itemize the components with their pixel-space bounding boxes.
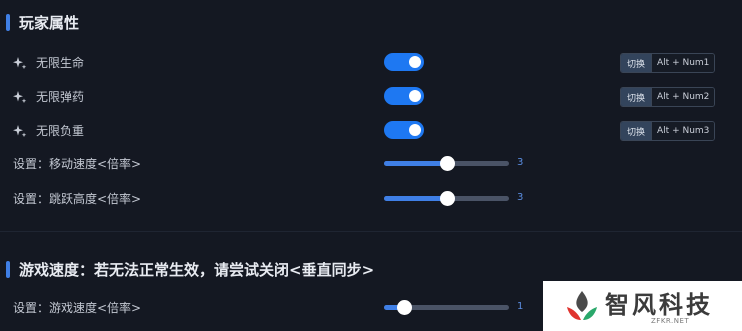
section-header-player-attributes: 玩家属性 (6, 12, 79, 33)
move-speed-slider[interactable] (384, 156, 509, 171)
hotkey-tag: 切换 (621, 54, 653, 72)
slider-label: 设置：跳跃高度<倍率> (13, 192, 142, 206)
trainer-panel: 玩家属性 无限生命 切换 Alt + Num1 无限弹药 切换 Alt + Nu… (0, 0, 742, 331)
sparkle-icon (13, 124, 27, 137)
hotkey-combo: Alt + Num2 (652, 88, 715, 106)
infinite-ammo-toggle[interactable] (384, 87, 424, 105)
hotkey-tag: 切换 (621, 122, 653, 140)
section-title: 游戏速度：若无法正常生效，请尝试关闭<垂直同步> (19, 261, 375, 279)
infinite-health-toggle[interactable] (384, 53, 424, 71)
leaf-logo-icon (567, 291, 597, 320)
toggle-label: 无限生命 (13, 54, 84, 71)
toggle-row-infinite-ammo: 无限弹药 切换 Alt + Num2 (0, 85, 742, 109)
watermark: 智风科技 ZFKR.NET (543, 281, 742, 331)
section-accent-bar (6, 261, 10, 278)
slider-row-jump-height: 设置：跳跃高度<倍率> 3 (0, 187, 742, 211)
slider-label: 设置：游戏速度<倍率> (13, 301, 142, 315)
sparkle-icon (13, 90, 27, 103)
watermark-brand: 智风科技 (605, 291, 713, 319)
toggle-knob (409, 124, 421, 136)
toggle-label-text: 无限生命 (36, 56, 85, 70)
toggle-label-text: 无限弹药 (36, 90, 85, 104)
slider-fill (384, 161, 447, 166)
slider-row-move-speed: 设置：移动速度<倍率> 3 (0, 152, 742, 176)
hotkey-tag: 切换 (621, 88, 653, 106)
slider-value: 3 (517, 157, 524, 168)
toggle-row-infinite-health: 无限生命 切换 Alt + Num1 (0, 51, 742, 75)
section-header-game-speed: 游戏速度：若无法正常生效，请尝试关闭<垂直同步> (6, 259, 374, 280)
slider-thumb[interactable] (439, 191, 455, 206)
slider-thumb[interactable] (397, 300, 412, 315)
slider-thumb[interactable] (439, 156, 455, 171)
watermark-domain: ZFKR.NET (651, 317, 690, 325)
game-speed-slider[interactable] (384, 300, 509, 315)
section-divider (0, 231, 742, 232)
slider-value: 3 (517, 192, 524, 203)
hotkey-combo: Alt + Num1 (652, 54, 715, 72)
toggle-knob (409, 56, 421, 68)
section-title: 玩家属性 (19, 14, 80, 32)
infinite-weight-toggle[interactable] (384, 121, 424, 139)
jump-height-slider[interactable] (384, 191, 509, 206)
slider-fill (384, 196, 447, 201)
toggle-knob (409, 90, 421, 102)
toggle-label: 无限负重 (13, 122, 84, 139)
toggle-label-text: 无限负重 (36, 124, 85, 138)
toggle-label: 无限弹药 (13, 88, 84, 105)
hotkey-badge: 切换 Alt + Num3 (620, 121, 716, 141)
slider-value: 1 (517, 301, 524, 312)
hotkey-badge: 切换 Alt + Num1 (620, 53, 716, 73)
sparkle-icon (13, 56, 27, 69)
slider-label: 设置：移动速度<倍率> (13, 157, 142, 171)
hotkey-badge: 切换 Alt + Num2 (620, 87, 716, 107)
hotkey-combo: Alt + Num3 (652, 122, 715, 140)
section-accent-bar (6, 14, 10, 31)
toggle-row-infinite-weight: 无限负重 切换 Alt + Num3 (0, 119, 742, 143)
